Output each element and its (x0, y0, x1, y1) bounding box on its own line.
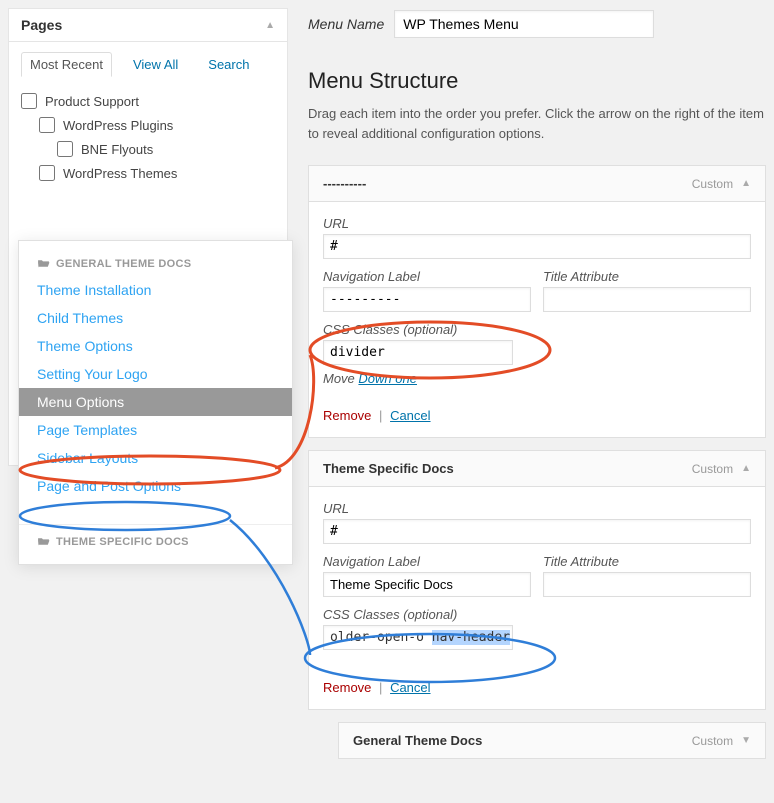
move-down-link[interactable]: Down one (358, 371, 417, 386)
remove-link[interactable]: Remove (323, 680, 371, 695)
popup-divider (19, 500, 292, 524)
menu-item-type-label: Custom (692, 734, 733, 748)
title-attr-input[interactable] (543, 572, 751, 597)
css-classes-input[interactable]: older-open-o nav-header (323, 625, 513, 650)
page-label: BNE Flyouts (81, 142, 153, 157)
popup-item-theme-options[interactable]: Theme Options (19, 332, 292, 360)
page-label: WordPress Plugins (63, 118, 173, 133)
page-checkbox[interactable] (39, 117, 55, 133)
item-actions: Remove | Cancel (323, 408, 751, 423)
page-label: Product Support (45, 94, 139, 109)
pages-tabs: Most Recent View All Search (9, 42, 287, 77)
menu-item-type: Custom ▲ (692, 177, 751, 191)
tab-most-recent[interactable]: Most Recent (21, 52, 112, 77)
move-row: Move Down one (323, 371, 751, 386)
menu-item-type-label: Custom (692, 177, 733, 191)
menu-item-title: Theme Specific Docs (323, 461, 454, 476)
css-text-highlight: nav-header (432, 630, 510, 645)
cancel-link[interactable]: Cancel (390, 680, 430, 695)
menu-structure-desc: Drag each item into the order you prefer… (308, 104, 766, 143)
url-input[interactable] (323, 234, 751, 259)
menu-item-theme-specific: Theme Specific Docs Custom ▲ URL Navigat… (308, 450, 766, 710)
menu-item-divider: ---------- Custom ▲ URL Navigation Label (308, 165, 766, 438)
pages-header[interactable]: Pages ▲ (9, 9, 287, 42)
page-checkbox[interactable] (21, 93, 37, 109)
popup-item-page-post-options[interactable]: Page and Post Options (19, 472, 292, 500)
remove-link[interactable]: Remove (323, 408, 371, 423)
url-input[interactable] (323, 519, 751, 544)
css-classes-input[interactable] (323, 340, 513, 365)
popup-item-setting-logo[interactable]: Setting Your Logo (19, 360, 292, 388)
popup-item-child-themes[interactable]: Child Themes (19, 304, 292, 332)
url-label: URL (323, 501, 751, 516)
page-checkbox[interactable] (39, 165, 55, 181)
chevron-up-icon[interactable]: ▲ (741, 463, 751, 474)
popup-header-specific: THEME SPECIFIC DOCS (19, 524, 292, 554)
menu-item-title: General Theme Docs (353, 733, 482, 748)
page-label: WordPress Themes (63, 166, 177, 181)
popup-item-theme-installation[interactable]: Theme Installation (19, 276, 292, 304)
chevron-up-icon[interactable]: ▲ (741, 178, 751, 189)
css-classes-label: CSS Classes (optional) (323, 607, 513, 622)
popup-item-menu-options[interactable]: Menu Options (19, 388, 292, 416)
popup-header-label: THEME SPECIFIC DOCS (56, 536, 189, 548)
chevron-down-icon[interactable]: ▼ (741, 735, 751, 746)
menu-item-handle[interactable]: Theme Specific Docs Custom ▲ (309, 451, 765, 487)
tab-view-all[interactable]: View All (124, 52, 187, 77)
docs-popup: GENERAL THEME DOCS Theme Installation Ch… (18, 240, 293, 565)
popup-header-label: GENERAL THEME DOCS (56, 258, 191, 270)
move-label: Move (323, 371, 355, 386)
menu-item-type: Custom ▼ (692, 734, 751, 748)
page-item[interactable]: BNE Flyouts (21, 137, 275, 161)
nav-label-input[interactable] (323, 572, 531, 597)
url-label: URL (323, 216, 751, 231)
title-attr-label: Title Attribute (543, 554, 751, 569)
menu-item-type-label: Custom (692, 462, 733, 476)
page-item[interactable]: WordPress Plugins (21, 113, 275, 137)
menu-item-title: ---------- (323, 176, 366, 191)
menu-name-label: Menu Name (308, 16, 384, 32)
folder-open-icon (37, 257, 50, 270)
page-checkbox[interactable] (57, 141, 73, 157)
css-classes-label: CSS Classes (optional) (323, 322, 513, 337)
menu-item-type: Custom ▲ (692, 462, 751, 476)
folder-open-icon (37, 535, 50, 548)
menu-item-handle[interactable]: General Theme Docs Custom ▼ (339, 723, 765, 758)
title-attr-input[interactable] (543, 287, 751, 312)
popup-item-sidebar-layouts[interactable]: Sidebar Layouts (19, 444, 292, 472)
menu-item-general-docs: General Theme Docs Custom ▼ (338, 722, 766, 759)
tab-search[interactable]: Search (199, 52, 258, 77)
page-item[interactable]: Product Support (21, 89, 275, 113)
page-item[interactable]: WordPress Themes (21, 161, 275, 185)
popup-item-page-templates[interactable]: Page Templates (19, 416, 292, 444)
menu-name-row: Menu Name (308, 10, 766, 38)
menu-item-handle[interactable]: ---------- Custom ▲ (309, 166, 765, 202)
nav-label-input[interactable] (323, 287, 531, 312)
nav-label: Navigation Label (323, 554, 531, 569)
nav-label: Navigation Label (323, 269, 531, 284)
separator: | (379, 680, 382, 695)
separator: | (379, 408, 382, 423)
menu-name-input[interactable] (394, 10, 654, 38)
collapse-icon[interactable]: ▲ (265, 20, 275, 31)
popup-header-general: GENERAL THEME DOCS (19, 251, 292, 276)
item-actions: Remove | Cancel (323, 680, 751, 695)
css-text-part: older-open-o (330, 630, 432, 645)
title-attr-label: Title Attribute (543, 269, 751, 284)
menu-structure-heading: Menu Structure (308, 68, 766, 94)
pages-title: Pages (21, 17, 62, 33)
cancel-link[interactable]: Cancel (390, 408, 430, 423)
